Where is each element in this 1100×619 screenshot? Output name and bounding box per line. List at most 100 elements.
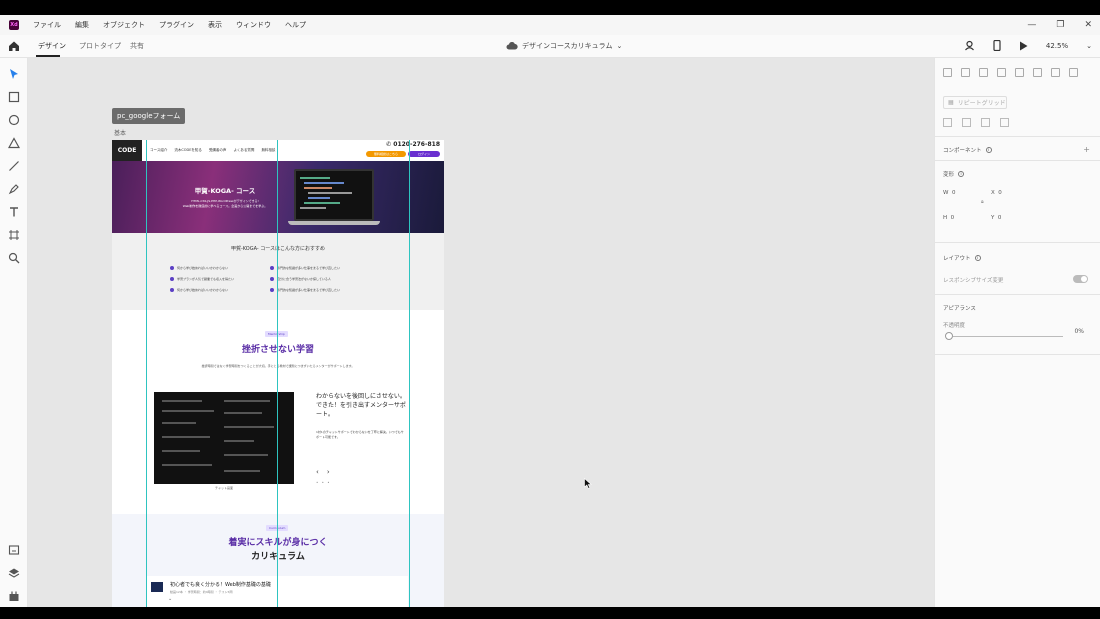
user-share-icon[interactable] xyxy=(964,40,975,51)
zoom-chevron-icon[interactable]: ⌄ xyxy=(1086,42,1092,50)
section-title: 着実にスキルが身につく カリキュラム xyxy=(112,536,444,564)
chevron-down-icon: ⌄ xyxy=(616,42,623,50)
site-nav-item: よくある質問 xyxy=(233,148,255,152)
xd-app-icon: Xd xyxy=(9,20,19,30)
opacity-slider-track[interactable] xyxy=(953,336,1063,337)
align-top-icon[interactable] xyxy=(943,68,952,77)
info-icon[interactable]: i xyxy=(974,255,981,261)
distribute-vertical-icon[interactable] xyxy=(997,68,1006,77)
opacity-slider-knob[interactable] xyxy=(945,332,953,340)
align-right-icon[interactable] xyxy=(1051,68,1060,77)
layout-guide-line[interactable] xyxy=(146,140,147,607)
hero-text: HTML,CSS,JS,PHP,WordPressがデザインできる! Web制作… xyxy=(170,199,280,209)
chat-line xyxy=(162,450,200,452)
layout-guide-line[interactable] xyxy=(277,140,278,607)
minimize-icon[interactable]: — xyxy=(1027,20,1036,30)
tab-prototype[interactable]: プロトタイプ xyxy=(79,41,121,51)
play-icon[interactable] xyxy=(1019,41,1028,51)
component-label: コンポーネント xyxy=(943,148,982,154)
menu-plugins[interactable]: プラグイン xyxy=(159,20,194,30)
recommend-item-label: 何から学び始めればいいかわからない xyxy=(177,266,229,270)
artboard-tool-icon[interactable] xyxy=(8,229,20,241)
document-title-label: デザインコースカリキュラム xyxy=(522,42,613,50)
boolean-add-icon[interactable] xyxy=(943,118,952,127)
site-hero: 甲賀-KOGA- コース HTML,CSS,JS,PHP,WordPressがデ… xyxy=(112,161,444,233)
mentor-title: わからないを後回しにさせない。できた！を引き出すメンターサポート。 xyxy=(316,393,406,418)
boolean-exclude-icon[interactable] xyxy=(1000,118,1009,127)
menu-edit[interactable]: 編集 xyxy=(75,20,89,30)
menu-file[interactable]: ファイル xyxy=(33,20,61,30)
hero-text-line: Web制作を徹底的に学べるコース。企画から公開までを学ぶ。 xyxy=(182,204,268,208)
align-left-icon[interactable] xyxy=(1015,68,1024,77)
restore-icon[interactable]: ❐ xyxy=(1056,20,1064,30)
recommend-item: 何から学び始めればいいかわからない xyxy=(170,266,228,270)
recommend-item: 専門的な知識が多い仕事をまるで学び直したい xyxy=(270,266,340,270)
component-heading: コンポーネント i xyxy=(943,146,992,154)
boolean-subtract-icon[interactable] xyxy=(962,118,971,127)
active-tab-underline xyxy=(36,55,60,57)
polygon-tool-icon[interactable] xyxy=(8,137,20,149)
home-icon[interactable] xyxy=(8,40,20,52)
distribute-horizontal-icon[interactable] xyxy=(1069,68,1078,77)
check-icon xyxy=(270,288,274,292)
rectangle-tool-icon[interactable] xyxy=(8,91,20,103)
info-icon[interactable]: i xyxy=(958,171,965,177)
info-icon[interactable]: i xyxy=(985,147,992,153)
layout-heading: レイアウト i xyxy=(943,254,981,262)
boolean-intersect-icon[interactable] xyxy=(981,118,990,127)
chat-line xyxy=(162,400,202,402)
line-tool-icon[interactable] xyxy=(8,160,20,172)
menu-view[interactable]: 表示 xyxy=(208,20,222,30)
opacity-value[interactable]: 0% xyxy=(1074,328,1084,335)
chevron-left-icon: ‹ xyxy=(316,468,319,476)
width-value: 0 xyxy=(951,190,956,196)
screen-bottom-bar xyxy=(0,607,1100,619)
text-tool-icon[interactable] xyxy=(8,206,20,218)
align-middle-icon[interactable] xyxy=(961,68,970,77)
artboard-name-label[interactable]: pc_googleフォーム xyxy=(112,108,186,124)
lock-icon[interactable]: 🔒︎ xyxy=(981,199,984,205)
tab-share[interactable]: 共有 xyxy=(130,41,144,51)
layers-icon[interactable] xyxy=(8,567,20,579)
divider xyxy=(935,294,1100,295)
repeat-grid-label: リピートグリッド xyxy=(957,100,1006,107)
x-field[interactable]: X 0 xyxy=(991,190,1002,196)
ellipse-tool-icon[interactable] xyxy=(8,114,20,126)
width-field[interactable]: W 0 xyxy=(943,190,955,196)
section-title: 挫折させない学習 xyxy=(112,342,444,355)
layout-guide-line[interactable] xyxy=(409,140,410,607)
site-nav-item: 無料相談 xyxy=(261,148,276,152)
add-component-icon[interactable]: + xyxy=(1083,145,1090,154)
artboard[interactable]: CODE コース紹介 流木CODEを知る 受講者の声 よくある質問 無料相談 ✆… xyxy=(112,140,444,607)
design-canvas[interactable]: pc_googleフォーム 基本 CODE コース紹介 流木CODEを知る 受講… xyxy=(28,58,934,607)
height-field[interactable]: H 0 xyxy=(943,215,954,221)
laptop-image xyxy=(294,169,374,221)
assets-icon[interactable] xyxy=(8,544,20,556)
document-title[interactable]: デザインコースカリキュラム ⌄ xyxy=(506,41,622,51)
carousel-dots: • • • xyxy=(316,480,331,485)
chat-line xyxy=(224,454,268,456)
align-center-icon[interactable] xyxy=(1033,68,1042,77)
plugins-icon[interactable] xyxy=(8,590,20,602)
mobile-preview-icon[interactable] xyxy=(993,40,1001,51)
menu-help[interactable]: ヘルプ xyxy=(285,20,306,30)
y-field[interactable]: Y 0 xyxy=(991,215,1001,221)
menu-window[interactable]: ウィンドウ xyxy=(236,20,271,30)
zoom-tool-icon[interactable] xyxy=(8,252,20,264)
menu-object[interactable]: オブジェクト xyxy=(103,20,145,30)
chat-caption: チャット画面 xyxy=(215,486,233,490)
repeat-grid-button[interactable]: ▦ リピートグリッド xyxy=(943,96,1007,109)
recommend-item: 学習プランが人気で副業でも収入を得たい xyxy=(170,277,234,281)
tab-design[interactable]: デザイン xyxy=(38,41,66,51)
pen-tool-icon[interactable] xyxy=(8,183,20,195)
align-bottom-icon[interactable] xyxy=(979,68,988,77)
mentorship-section: Mentorship 挫折させない学習 挫折時間ではなく学習時間をつくることが大… xyxy=(112,310,444,514)
select-tool-icon[interactable] xyxy=(8,68,20,80)
recommend-item-label: 何から学び始めればいいかわからない xyxy=(177,288,229,292)
zoom-level[interactable]: 42.5% xyxy=(1046,42,1068,50)
layout-label: レイアウト xyxy=(943,256,971,262)
menu-bar: Xd ファイル 編集 オブジェクト プラグイン 表示 ウィンドウ ヘルプ — ❐… xyxy=(0,15,1100,35)
chat-line xyxy=(162,464,212,466)
responsive-resize-toggle[interactable] xyxy=(1073,275,1088,283)
close-icon[interactable]: ✕ xyxy=(1084,20,1092,30)
